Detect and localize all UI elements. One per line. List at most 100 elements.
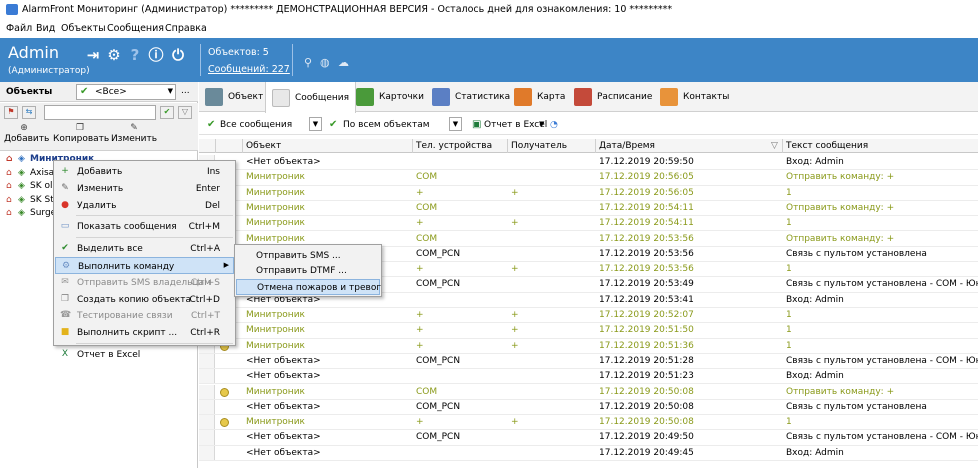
edit-object-label: Изменить [110, 134, 158, 144]
tab-cards[interactable]: Карточки [356, 82, 424, 112]
apply-check-icon[interactable]: ✔ [160, 106, 174, 119]
context-menu-item[interactable]: + Добавить Ins [55, 163, 234, 180]
cell-dt: 17.12.2019 20:51:36 [599, 340, 694, 351]
tab-statistics[interactable]: Статистика [432, 82, 510, 112]
cell-tel: + [416, 264, 424, 275]
context-menu-item[interactable]: ✎ Изменить Enter [55, 180, 234, 197]
filter-icon[interactable]: ▽ [178, 106, 192, 119]
add-object-button[interactable]: ⊕ Добавить [4, 123, 49, 144]
objects-search-input[interactable] [44, 105, 156, 120]
cell-txt: Вход: Admin [786, 447, 844, 458]
tab-object[interactable]: Объект [205, 82, 263, 112]
refresh-icon[interactable]: ◔ [550, 120, 558, 130]
user-role: (Администратор) [8, 66, 90, 76]
check-icon: ✔ [329, 119, 338, 130]
cell-dt: 17.12.2019 20:53:56 [599, 264, 694, 275]
table-row[interactable]: Минитроник + +17.12.2019 20:52:07 1 [199, 308, 978, 324]
col-phone[interactable]: Тел. устройства [416, 141, 492, 151]
context-menu-item[interactable]: ✉ Отправить SMS владельцам Ctrl+S [55, 274, 234, 291]
table-row[interactable]: <Нет объекта> 17.12.2019 20:51:23 Вход: Ad… [199, 369, 978, 385]
submenu-send-sms[interactable]: Отправить SMS ... [236, 248, 380, 264]
menu-item-icon: ❐ [60, 293, 70, 304]
context-menu-item[interactable]: ❐ Создать копию объекта Ctrl+D [55, 291, 234, 308]
excel-report-button[interactable]: Отчет в Excel [484, 120, 547, 130]
tree-item-sk-st[interactable]: ⌂ ◈ SK St [6, 195, 54, 205]
table-row[interactable]: Минитроник + +17.12.2019 20:54:11 1 [199, 216, 978, 232]
objects-filter[interactable]: По всем объектам [343, 120, 430, 130]
menu-item-icon: ☎ [60, 310, 72, 321]
home-icon: ⌂ [6, 208, 12, 218]
context-menu-item[interactable]: ☎ Тестирование связи Ctrl+T [55, 307, 234, 324]
grid-header: Объект Тел. устройства Получатель Дата/В… [199, 139, 978, 153]
menu-item-shortcut: Ins [206, 167, 220, 177]
tab-messages[interactable]: Сообщения [265, 82, 357, 113]
table-row[interactable]: Минитроник + +17.12.2019 20:51:36 1 [199, 338, 978, 354]
col-text[interactable]: Текст сообщения [786, 141, 868, 151]
tab-map[interactable]: Карта [514, 82, 565, 112]
alarm-filter-icon[interactable]: ⚑ [4, 106, 18, 119]
header-divider [200, 44, 201, 76]
copy-object-button[interactable]: ❐ Копировать [53, 123, 109, 144]
tab-schedule[interactable]: Расписание [574, 82, 652, 112]
object-icon [205, 88, 223, 106]
context-menu-item[interactable]: ▭ Показать сообщения Ctrl+M [55, 218, 234, 235]
network-filter-icon[interactable]: ⇆ [22, 106, 36, 119]
messages-count-link[interactable]: Сообщений: 227 [208, 64, 290, 75]
more-button[interactable]: ... [181, 86, 190, 96]
chevron-down-icon[interactable]: ▼ [539, 120, 544, 128]
table-row[interactable]: <Нет объекта> 17.12.2019 20:59:50 Вход: Ad… [199, 155, 978, 171]
tab-contacts[interactable]: Контакты [660, 82, 729, 112]
gear-icon[interactable]: ⚙ [105, 46, 123, 64]
info-icon[interactable]: ⓘ [147, 46, 165, 64]
objects-filter-dropdown[interactable]: ▼ [449, 117, 462, 131]
cell-txt: Отправить команду: + [786, 172, 895, 183]
menu-objects[interactable]: Объекты [61, 23, 106, 34]
table-row[interactable]: Минитроник COM 17.12.2019 20:54:11 Отправит… [199, 200, 978, 217]
messages-filter-dropdown[interactable]: ▼ [309, 117, 322, 131]
table-row[interactable]: Минитроник + +17.12.2019 20:51:50 1 [199, 323, 978, 339]
table-row[interactable]: <Нет объекта> COM_PCN 17.12.2019 20:49:50 С… [199, 430, 978, 446]
context-menu-item[interactable]: ● Удалить Del [55, 197, 234, 214]
table-row[interactable]: Минитроник + +17.12.2019 20:56:05 1 [199, 185, 978, 201]
globe-icon: ◍ [320, 56, 330, 69]
cell-txt: 1 [786, 340, 792, 351]
help-icon[interactable]: ? [126, 46, 144, 64]
logout-icon[interactable]: ⇥ [84, 46, 102, 64]
edit-icon: ✎ [130, 123, 138, 133]
power-icon[interactable]: ⏻ [169, 46, 187, 64]
table-row[interactable]: Минитроник COM 17.12.2019 20:50:08 Отправит… [199, 384, 978, 400]
col-datetime[interactable]: Дата/Время [599, 141, 655, 151]
table-row[interactable]: <Нет объекта> COM_PCN 17.12.2019 20:50:08 С… [199, 399, 978, 416]
objects-filter-select[interactable]: ✔ <Все> ▼ [76, 84, 176, 100]
menu-separator [76, 237, 233, 239]
tree-item-sk-ol[interactable]: ⌂ ◈ SK ol [6, 181, 52, 191]
context-menu-item[interactable]: X Отчет в Excel [55, 346, 234, 363]
table-row[interactable]: <Нет объекта> 17.12.2019 20:49:45 Вход: Ad… [199, 445, 978, 461]
menu-view[interactable]: Вид [36, 23, 55, 34]
table-row[interactable]: Минитроник + +17.12.2019 20:50:08 1 [199, 415, 978, 431]
edit-object-button[interactable]: ✎ Изменить [110, 123, 158, 144]
context-menu-item[interactable]: ■ Выполнить скрипт ... Ctrl+R [55, 324, 234, 341]
menu-messages[interactable]: Сообщения [107, 23, 164, 34]
envelope-icon [272, 88, 290, 107]
submenu-cancel-fire-alarm[interactable]: Отмена пожаров и тревог [236, 279, 381, 295]
context-menu-item[interactable]: ⚙ Выполнить команду ▶ [55, 257, 234, 274]
tree-item-surge[interactable]: ⌂ ◈ Surge [6, 208, 56, 218]
home-icon: ⌂ [6, 154, 13, 164]
cell-tel: COM_PCN [416, 248, 461, 259]
table-row[interactable]: <Нет объекта> COM_PCN 17.12.2019 20:51:28 С… [199, 353, 978, 370]
table-row[interactable]: Минитроник COM 17.12.2019 20:56:05 Отправит… [199, 170, 978, 186]
context-menu-item[interactable]: ✔ Выделить все Ctrl+A [55, 240, 234, 257]
col-object[interactable]: Объект [246, 141, 281, 151]
col-recipient[interactable]: Получатель [511, 141, 567, 151]
cell-rec: + [511, 310, 519, 320]
messages-filter[interactable]: Все сообщения [220, 120, 292, 130]
cell-obj: <Нет объекта> [246, 157, 321, 167]
cell-tel: + [416, 187, 424, 198]
cell-txt: 1 [786, 264, 792, 275]
menu-file[interactable]: Файл [6, 23, 32, 34]
tree-item-axisa[interactable]: ⌂ ◈ Axisa [6, 168, 54, 178]
submenu-send-dtmf[interactable]: Отправить DTMF ... [236, 263, 380, 279]
menu-bar: Файл Вид Объекты Сообщения Справка [0, 20, 978, 38]
menu-help[interactable]: Справка [165, 23, 207, 34]
